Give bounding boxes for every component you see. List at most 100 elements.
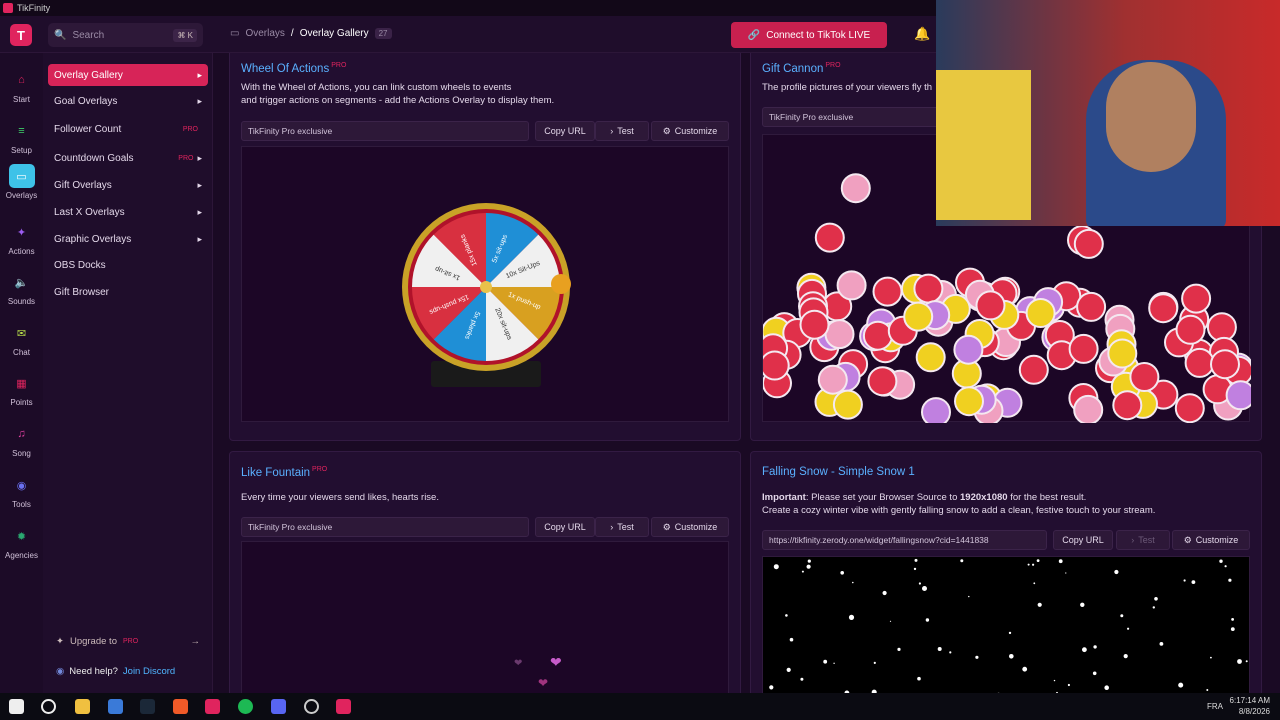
bell-icon[interactable]: 🔔 [914,26,930,42]
rail-item-setup[interactable]: ≡ Setup [0,119,43,155]
search-input[interactable]: 🔍 Search ⌘ K [48,23,203,47]
snowflake [1027,563,1030,566]
tiktok-icon[interactable] [205,699,220,714]
sidebar-item-follower-count[interactable]: Follower Count PRO [48,118,208,140]
snowflake [1092,671,1097,676]
rail-item-tools[interactable]: ◉ Tools [0,473,43,510]
file-explorer-icon[interactable] [75,699,90,714]
snowflake [1053,679,1056,682]
test-button[interactable]: › Test [595,517,649,537]
snowflake [1178,682,1184,688]
snowflake [1152,606,1155,609]
rail-item-chat[interactable]: ✉ Chat [0,321,43,358]
connect-label: Connect to TikTok LIVE [766,29,871,41]
discord-icon[interactable] [271,699,286,714]
brave-icon[interactable] [173,699,188,714]
gift-ball [1018,354,1049,385]
snowflake [1127,627,1130,630]
sidebar-item-countdown-goals[interactable]: Countdown Goals PRO ▸ [48,147,208,169]
rail-item-overlays[interactable]: ▭ Overlays [0,164,43,200]
snowflake [1033,582,1036,585]
snowflake [1104,685,1109,690]
test-button[interactable]: › Test [595,121,649,141]
rail-item-agencies[interactable]: ✹ Agencies [0,524,43,561]
snowflake [1032,563,1035,566]
copy-url-button[interactable]: Copy URL [1053,530,1113,550]
clock[interactable]: 6:17:14 AM 8/8/2026 [1230,695,1270,717]
snow-graphic [769,558,1248,693]
gift-ball [836,270,867,301]
overlay-url-field[interactable]: TikFinity Pro exclusive [241,517,529,537]
sidebar-item-overlay-gallery[interactable]: Overlay Gallery ▸ [48,64,208,86]
snowflake [917,676,921,681]
snowflake [1067,683,1070,687]
overlay-url-field[interactable]: TikFinity Pro exclusive [241,121,529,141]
gift-ball [954,386,984,417]
snowflake [1206,689,1209,691]
rail-item-start[interactable]: ⌂ Start [0,68,43,104]
chat-icon: ✉ [16,327,27,340]
test-button[interactable]: › Test [1116,530,1170,550]
snowflake [1082,647,1087,653]
connect-tiktok-button[interactable]: 🔗 Connect to TikTok LIVE [731,22,887,48]
gift-ball [1181,283,1212,314]
snowflake [1159,642,1164,646]
breadcrumb-root[interactable]: Overlays [245,28,284,39]
brand-logo-icon[interactable]: T [10,24,32,46]
snowflake [968,595,970,598]
gift-ball [903,301,934,332]
pro-badge: PRO [182,125,198,133]
sidebar-item-gift-browser[interactable]: Gift Browser [48,281,208,303]
language-indicator[interactable]: FRA [1207,702,1223,711]
card-falling-snow: Falling Snow - Simple Snow 1 Important: … [750,451,1262,693]
sidebar-item-gift-overlays[interactable]: Gift Overlays ▸ [48,174,208,196]
sidebar-item-graphic-overlays[interactable]: Graphic Overlays ▸ [48,228,208,250]
steam-icon[interactable] [140,699,155,714]
gift-ball [915,342,946,373]
spotify-icon[interactable] [238,699,253,714]
customize-button[interactable]: ⚙ Customize [1172,530,1250,550]
poster-image [936,70,1031,220]
gift-ball [759,350,790,381]
customize-button[interactable]: ⚙ Customize [651,517,729,537]
sidebar-item-goal-overlays[interactable]: Goal Overlays ▸ [48,90,208,112]
windows-start-icon[interactable] [9,699,24,714]
card-title: Falling Snow - Simple Snow 1 [762,466,915,478]
copy-url-button[interactable]: Copy URL [535,121,595,141]
snowflake [1230,627,1235,631]
breadcrumb-count-badge: 27 [374,28,392,39]
snowflake [975,655,979,659]
sidebar-item-label: Overlay Gallery [54,69,123,81]
upgrade-button[interactable]: ✦ Upgrade to PRO → [48,629,208,653]
overlay-url-field[interactable]: TikFinity Pro exclusive [762,107,942,127]
sidebar-item-last-x-overlays[interactable]: Last X Overlays ▸ [48,201,208,223]
join-discord-link[interactable]: Join Discord [123,666,175,677]
snowflake [801,570,804,573]
rail-item-actions[interactable]: ✦ Actions [0,220,43,257]
falling-snow-preview [762,556,1250,693]
copy-url-button[interactable]: Copy URL [535,517,595,537]
sidebar-item-obs-docks[interactable]: OBS Docks [48,254,208,276]
customize-button[interactable]: ⚙ Customize [651,121,729,141]
rail-item-points[interactable]: ▦ Points [0,371,43,408]
gift-ball [1076,291,1107,322]
overlay-url-field[interactable]: https://tikfinity.zerody.one/widget/fall… [762,530,1047,550]
rail-label: Overlays [5,191,38,200]
rail-item-sounds[interactable]: 🔈 Sounds [0,270,43,307]
speaker-icon: 🔈 [14,276,29,289]
snowflake [807,559,811,563]
rail-item-song[interactable]: ♫ Song [0,422,43,458]
snowflake [1080,602,1085,607]
obs-icon[interactable] [304,699,319,714]
store-icon[interactable] [108,699,123,714]
snowflake [918,582,921,585]
gear-icon: ⚙ [1183,534,1192,545]
snowflake [913,567,917,571]
snowflake [1154,597,1158,601]
gift-ball [1225,380,1256,411]
gift-ball [913,273,944,304]
btn-label: Copy URL [544,126,586,136]
gear-icon: ⚙ [662,125,671,136]
search-icon[interactable] [41,699,56,714]
tikfinity-icon[interactable] [336,699,351,714]
